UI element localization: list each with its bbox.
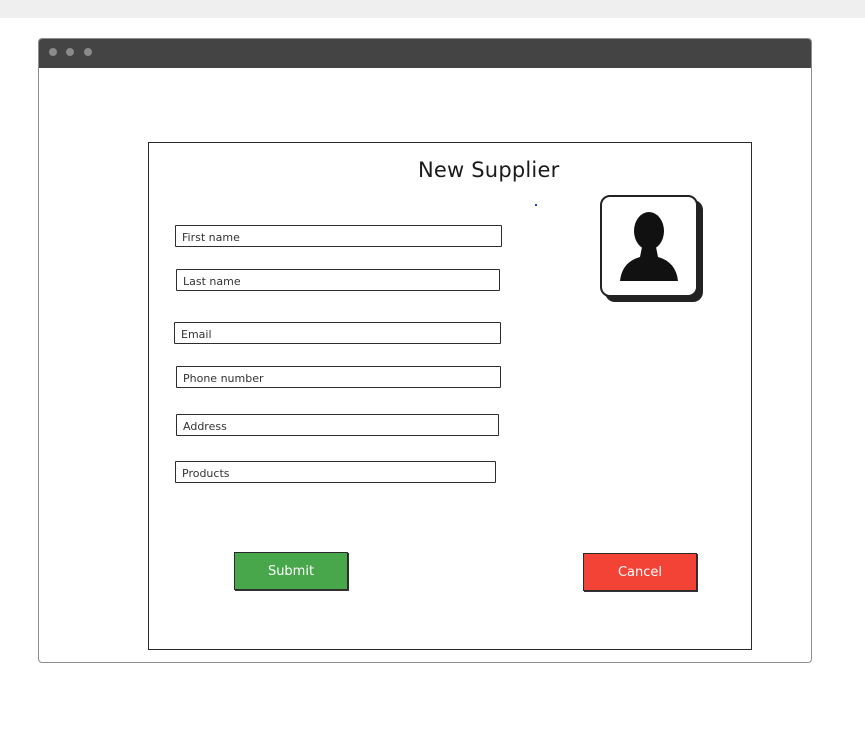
products-field[interactable] (175, 461, 496, 484)
products-input[interactable] (176, 463, 495, 484)
user-silhouette-icon (620, 212, 678, 281)
window-titlebar (39, 39, 811, 68)
window-dot-maximize[interactable] (84, 48, 92, 56)
top-strip (0, 0, 865, 18)
submit-button[interactable]: Submit (234, 552, 348, 590)
last-name-input[interactable] (177, 271, 499, 292)
avatar-upload[interactable] (600, 195, 698, 297)
last-name-field[interactable] (176, 269, 500, 292)
first-name-input[interactable] (176, 227, 501, 248)
window-dot-minimize[interactable] (66, 48, 74, 56)
address-input[interactable] (177, 416, 498, 437)
phone-input[interactable] (177, 368, 500, 389)
stray-dot (535, 204, 537, 206)
address-field[interactable] (176, 414, 499, 437)
window-dot-close[interactable] (49, 48, 57, 56)
email-field[interactable] (174, 322, 501, 345)
page-title: New Supplier (418, 158, 560, 182)
email-input[interactable] (175, 324, 500, 345)
first-name-field[interactable] (175, 225, 502, 248)
cancel-button[interactable]: Cancel (583, 553, 697, 591)
phone-field[interactable] (176, 366, 501, 389)
